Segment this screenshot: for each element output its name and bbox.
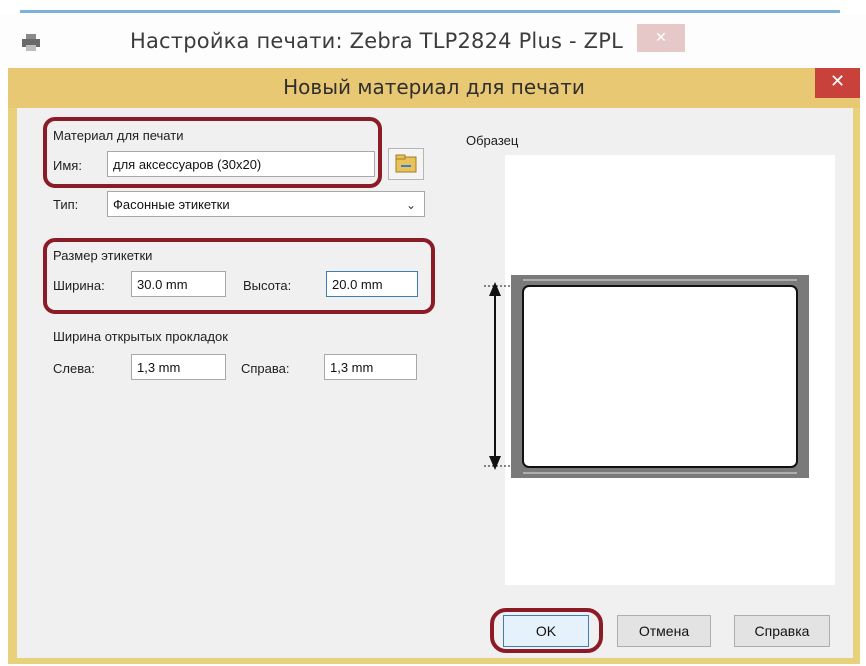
liner-left-input[interactable]: 1,3 mm xyxy=(131,354,226,380)
liner-group-label: Ширина открытых прокладок xyxy=(53,329,228,344)
dialog-title: Новый материал для печати xyxy=(283,75,585,99)
liner-right-label: Справа: xyxy=(241,361,290,376)
outer-window-title: Настройка печати: Zebra TLP2824 Plus - Z… xyxy=(130,29,623,53)
cancel-button[interactable]: Отмена xyxy=(617,615,711,647)
type-select-value: Фасонные этикетки xyxy=(113,197,230,212)
chevron-down-icon: ⌄ xyxy=(405,198,416,212)
type-label: Тип: xyxy=(53,197,79,212)
close-icon: ✕ xyxy=(829,71,846,92)
preview-label: Образец xyxy=(466,133,519,148)
liner-left-label: Слева: xyxy=(53,361,95,376)
dialog-close-button[interactable]: ✕ xyxy=(815,68,860,98)
printer-icon xyxy=(22,34,40,51)
outer-window-titlebar: Настройка печати: Zebra TLP2824 Plus - Z… xyxy=(0,14,866,68)
label-preview-image xyxy=(484,275,809,478)
browse-button[interactable] xyxy=(388,148,424,180)
outer-close-button[interactable]: ✕ xyxy=(637,24,685,52)
annotation-highlight-size xyxy=(43,238,435,314)
liner-right-input[interactable]: 1,3 mm xyxy=(324,354,417,380)
dialog-titlebar: Новый материал для печати xyxy=(8,68,860,108)
background-window-edge xyxy=(20,10,840,13)
folder-icon xyxy=(395,154,417,173)
annotation-highlight-ok xyxy=(490,608,603,653)
annotation-highlight-media xyxy=(43,117,382,188)
help-button[interactable]: Справка xyxy=(734,615,830,647)
type-select[interactable]: Фасонные этикетки ⌄ xyxy=(107,191,425,217)
close-icon: ✕ xyxy=(655,30,667,46)
